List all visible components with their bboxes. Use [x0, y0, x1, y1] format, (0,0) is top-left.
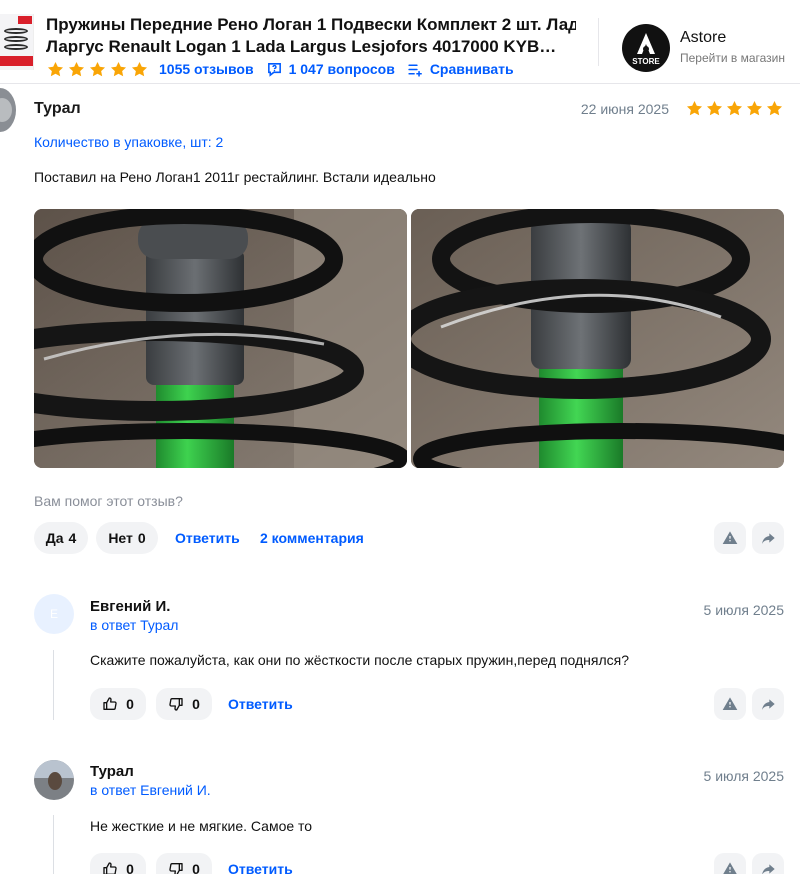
divider — [598, 18, 599, 66]
warning-icon — [723, 862, 737, 874]
dislike-count: 0 — [192, 696, 200, 712]
vote-no-button[interactable]: Нет 0 — [96, 522, 158, 554]
comments-link[interactable]: 2 комментария — [260, 530, 364, 546]
star-icon — [68, 61, 85, 76]
spring-coil — [4, 28, 28, 34]
review-photo[interactable] — [34, 209, 407, 468]
share-button[interactable] — [752, 688, 784, 720]
comment-author: Турал — [90, 763, 134, 780]
share-arrow-icon — [762, 864, 775, 874]
avatar — [0, 88, 16, 132]
thumbs-down-icon — [169, 862, 183, 874]
product-header: Пружины Передние Рено Логан 1 Подвески К… — [0, 0, 800, 84]
like-count: 0 — [126, 696, 134, 712]
compare-icon — [408, 63, 422, 77]
reviews-count-link[interactable]: 1055 отзывов — [159, 61, 254, 77]
vote-no-count: 0 — [137, 530, 146, 546]
report-button[interactable] — [714, 853, 746, 874]
product-meta: 1055 отзывов 1 047 вопросов Сравнивать — [46, 59, 526, 79]
share-arrow-icon — [762, 699, 775, 710]
store-link[interactable]: Перейти в магазин — [680, 51, 785, 65]
star-icon — [89, 61, 106, 76]
suspension-spring-photo — [411, 209, 784, 468]
thumbnail-badge — [18, 16, 32, 24]
avatar-letter: Е — [49, 607, 58, 621]
questions-count: 1 047 вопросов — [288, 61, 395, 77]
compare-link[interactable]: Сравнивать — [407, 61, 514, 78]
comment-text: Скажите пожалуйста, как они по жёсткости… — [90, 652, 630, 668]
vote-no-label: Нет — [108, 530, 133, 546]
star-icon — [131, 61, 148, 76]
thumbs-up-icon — [103, 697, 117, 711]
suspension-spring-photo — [34, 209, 407, 468]
report-button[interactable] — [714, 522, 746, 554]
store-logo[interactable]: STORE — [622, 24, 670, 72]
comment-author: Евгений И. — [90, 598, 171, 615]
avatar: Е — [34, 594, 74, 634]
like-button[interactable]: 0 — [90, 853, 146, 874]
comment-reply-button[interactable]: Ответить — [228, 696, 293, 712]
comment-reply-button[interactable]: Ответить — [228, 861, 293, 874]
share-button[interactable] — [752, 853, 784, 874]
spring-coil — [4, 44, 28, 50]
thread-line — [53, 650, 54, 720]
store-logo-text: STORE — [632, 57, 660, 66]
star-icon — [686, 100, 703, 116]
dislike-button[interactable]: 0 — [156, 853, 212, 874]
dislike-count: 0 — [192, 861, 200, 874]
star-icon — [746, 100, 763, 116]
product-title-line: Пружины Передние Рено Логан 1 Подвески К… — [46, 15, 576, 34]
comment-date: 5 июля 2025 — [703, 768, 784, 784]
vote-yes-label: Да — [45, 530, 64, 546]
reply-button[interactable]: Ответить — [175, 530, 240, 546]
product-thumbnail[interactable] — [0, 14, 34, 70]
review-variant: Количество в упаковке, шт: 2 — [34, 134, 224, 150]
vote-yes-count: 4 — [68, 530, 77, 546]
thumbnail-badge — [0, 56, 33, 66]
questions-link[interactable]: 1 047 вопросов — [266, 61, 395, 78]
comment-in-reply-to[interactable]: в ответ Турал — [90, 617, 178, 633]
star-icon — [706, 100, 723, 116]
review-text: Поставил на Рено Логан1 2011г рестайлинг… — [34, 169, 436, 185]
star-icon — [766, 100, 783, 116]
comment-in-reply-to[interactable]: в ответ Евгений И. — [90, 782, 211, 798]
question-bubble-icon — [267, 62, 281, 77]
share-arrow-icon — [762, 533, 775, 544]
helpful-question: Вам помог этот отзыв? — [34, 493, 183, 509]
dislike-button[interactable]: 0 — [156, 688, 212, 720]
avatar — [34, 760, 74, 800]
review-author: Турал — [34, 100, 81, 117]
comment-text: Не жесткие и не мягкие. Самое то — [90, 818, 313, 834]
review-date: 22 июня 2025 — [580, 101, 669, 117]
product-title[interactable]: Пружины Передние Рено Логан 1 Подвески К… — [46, 14, 576, 58]
thumbs-up-icon — [103, 862, 117, 874]
star-icon — [110, 61, 127, 76]
review-rating-stars — [685, 99, 784, 118]
warning-icon — [722, 697, 738, 710]
share-button[interactable] — [752, 522, 784, 554]
like-button[interactable]: 0 — [90, 688, 146, 720]
report-button[interactable] — [714, 688, 746, 720]
product-rating-stars — [46, 60, 149, 79]
store-logo-icon: STORE — [632, 33, 660, 66]
spring-coil — [4, 36, 28, 42]
product-title-line: Ларгус Renault Logan 1 Lada Largus Lesjo… — [46, 37, 557, 56]
like-count: 0 — [126, 861, 134, 874]
comment-date: 5 июля 2025 — [703, 602, 784, 618]
star-icon — [726, 100, 743, 116]
compare-label: Сравнивать — [429, 61, 514, 77]
vote-yes-button[interactable]: Да 4 — [34, 522, 88, 554]
star-icon — [47, 61, 64, 76]
thread-line — [53, 815, 54, 874]
review-photo[interactable] — [411, 209, 784, 468]
warning-icon — [722, 531, 738, 544]
store-name[interactable]: Astore — [680, 29, 726, 47]
thumbs-down-icon — [169, 697, 183, 711]
